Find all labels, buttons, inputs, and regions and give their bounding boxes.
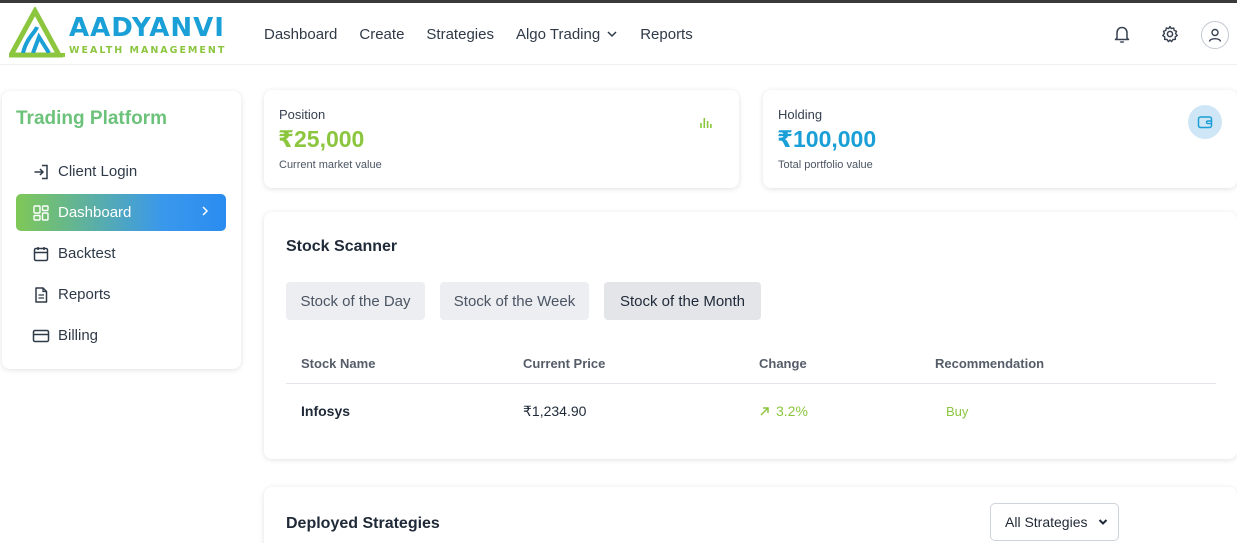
trend-up-icon	[759, 406, 770, 417]
position-value: ₹25,000	[278, 126, 365, 152]
brand-tagline: WEALTH MANAGEMENT	[69, 45, 227, 56]
nav-algo-trading-label: Algo Trading	[515, 25, 601, 43]
sidebar-item-label: Reports	[58, 286, 111, 303]
sidebar-item-label: Client Login	[58, 163, 138, 180]
holding-value: ₹100,000	[777, 126, 877, 152]
sidebar-item-reports[interactable]: Reports	[16, 276, 226, 313]
holding-card: Holding ₹100,000 Total portfolio value	[763, 90, 1237, 188]
sidebar-item-label: Dashboard	[58, 204, 132, 221]
calendar-icon	[32, 245, 50, 263]
strategy-filter-value: All Strategies	[1005, 514, 1088, 530]
user-icon	[1207, 27, 1223, 43]
position-card: Position ₹25,000 Current market value	[264, 90, 739, 188]
stock-name-cell: Infosys	[301, 403, 351, 419]
column-header-current-price: Current Price	[523, 356, 606, 371]
chevron-down-icon	[1098, 517, 1108, 527]
current-price-cell: ₹1,234.90	[523, 403, 587, 419]
sidebar-item-label: Billing	[58, 327, 99, 344]
nav-create[interactable]: Create	[359, 26, 404, 43]
tab-label: Stock of the Week	[453, 292, 576, 310]
change-value: 3.2%	[776, 403, 808, 419]
login-icon	[32, 163, 50, 181]
sidebar-item-backtest[interactable]: Backtest	[16, 235, 226, 272]
deployed-strategies-title: Deployed Strategies	[286, 515, 440, 532]
grid-icon	[32, 204, 50, 222]
brand-name: AADYANVI	[69, 13, 225, 43]
sidebar-item-client-login[interactable]: Client Login	[16, 153, 226, 190]
position-note: Current market value	[279, 159, 382, 171]
header-divider	[286, 383, 1216, 384]
position-label: Position	[279, 107, 326, 122]
column-header-recommendation: Recommendation	[935, 356, 1045, 371]
chevron-right-icon	[200, 205, 210, 217]
deployed-strategies-card: Deployed Strategies All Strategies	[264, 487, 1237, 543]
nav-strategies[interactable]: Strategies	[426, 26, 494, 43]
tab-label: Stock of the Month	[619, 292, 746, 310]
bar-chart-icon	[698, 114, 714, 130]
holding-note: Total portfolio value	[778, 159, 873, 171]
sidebar-item-dashboard[interactable]: Dashboard	[16, 194, 226, 231]
sidebar: Trading Platform Client Login Dashboard …	[2, 91, 241, 369]
tab-stock-of-the-day[interactable]: Stock of the Day	[286, 282, 425, 320]
brand-logo[interactable]: AADYANVI WEALTH MANAGEMENT	[9, 7, 234, 59]
nav-dashboard-label: Dashboard	[264, 25, 338, 43]
nav-dashboard[interactable]: Dashboard	[264, 26, 337, 43]
credit-card-icon	[32, 327, 50, 345]
column-header-stock-name: Stock Name	[301, 356, 376, 371]
sidebar-item-label: Backtest	[58, 245, 116, 262]
bell-icon[interactable]	[1110, 22, 1134, 46]
column-header-change: Change	[759, 356, 807, 371]
stock-scanner-card: Stock Scanner Stock of the Day Stock of …	[264, 212, 1237, 459]
top-header: AADYANVI WEALTH MANAGEMENT Dashboard Cre…	[0, 3, 1237, 65]
user-menu-button[interactable]	[1201, 21, 1229, 49]
document-icon	[32, 286, 50, 304]
wallet-icon	[1188, 105, 1222, 139]
main-nav: Dashboard Create Strategies Algo Trading…	[264, 23, 715, 45]
nav-strategies-label: Strategies	[426, 25, 494, 43]
stock-scanner-title: Stock Scanner	[286, 238, 398, 255]
logo-mark-icon	[9, 7, 65, 58]
tab-stock-of-the-week[interactable]: Stock of the Week	[440, 282, 589, 320]
nav-create-label: Create	[359, 25, 405, 43]
sidebar-item-billing[interactable]: Billing	[16, 317, 226, 354]
tab-stock-of-the-month[interactable]: Stock of the Month	[604, 282, 761, 320]
recommendation-cell: Buy	[946, 404, 969, 419]
nav-algo-trading[interactable]: Algo Trading	[516, 26, 618, 43]
nav-reports[interactable]: Reports	[640, 26, 693, 43]
tab-label: Stock of the Day	[300, 292, 411, 310]
chevron-down-icon	[606, 28, 618, 40]
sidebar-title: Trading Platform	[16, 108, 167, 129]
change-cell: 3.2%	[759, 403, 808, 419]
nav-reports-label: Reports	[640, 25, 693, 43]
strategy-filter-select[interactable]: All Strategies	[990, 503, 1119, 541]
gear-icon[interactable]	[1158, 22, 1182, 46]
holding-label: Holding	[778, 107, 823, 122]
